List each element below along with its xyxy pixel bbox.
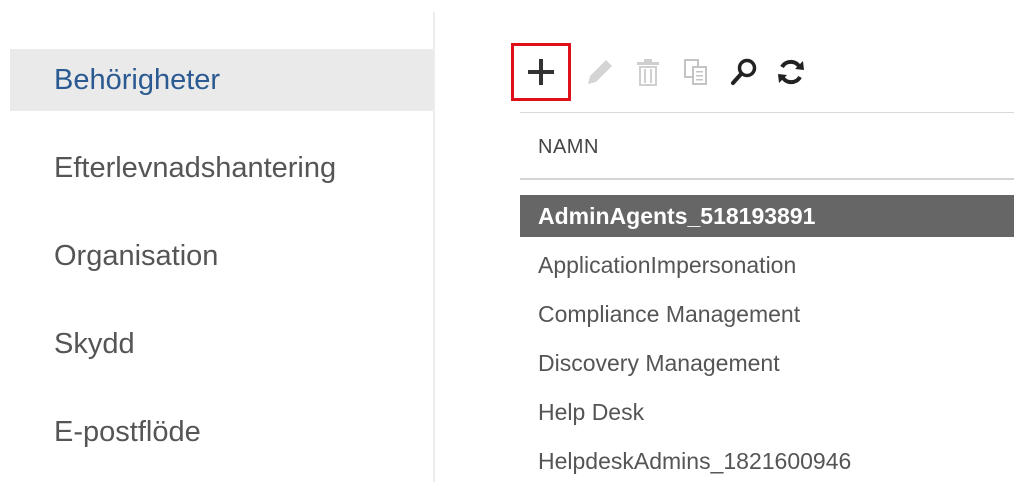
left-navigation: Behörigheter Efterlevnadshantering Organ… [0,0,433,482]
trash-icon [637,59,659,86]
nav-item-efterlevnadshantering[interactable]: Efterlevnadshantering [10,137,433,199]
copy-icon [684,59,707,85]
row-name: Discovery Management [538,350,780,376]
list-row[interactable]: HelpdeskAdmins_1821600946 [520,440,1014,482]
delete-button[interactable] [625,43,671,101]
plus-icon [528,59,554,85]
row-name: HelpdeskAdmins_1821600946 [538,448,852,474]
nav-item-label: E-postflöde [54,416,201,448]
edit-button[interactable] [577,43,623,101]
refresh-button[interactable] [768,43,814,101]
nav-divider [433,12,435,482]
row-name: Help Desk [538,399,645,425]
new-button[interactable] [511,43,571,101]
list-row[interactable]: Compliance Management [520,293,1014,335]
nav-item-label: Behörigheter [54,64,221,96]
list-row[interactable]: AdminAgents_518193891 [520,195,1014,237]
nav-item-skydd[interactable]: Skydd [10,313,433,375]
refresh-icon [778,59,804,85]
nav-item-label: Efterlevnadshantering [54,152,337,184]
divider [520,178,1014,180]
copy-button[interactable] [673,43,719,101]
nav-item-e-postflode[interactable]: E-postflöde [10,401,433,463]
nav-item-label: Skydd [54,328,135,360]
list-row[interactable]: Help Desk [520,391,1014,433]
column-header-name[interactable]: NAMN [520,113,1014,177]
app-window: Behörigheter Efterlevnadshantering Organ… [0,0,1014,482]
search-button[interactable] [721,43,767,101]
search-icon [731,58,757,85]
row-name: Compliance Management [538,301,801,327]
nav-item-behorigheter[interactable]: Behörigheter [10,49,433,111]
nav-item-organisation[interactable]: Organisation [10,225,433,287]
list-row[interactable]: ApplicationImpersonation [520,244,1014,286]
pencil-icon [588,60,612,84]
row-name: ApplicationImpersonation [538,252,797,278]
nav-item-label: Organisation [54,240,219,272]
list-row[interactable]: Discovery Management [520,342,1014,384]
row-name: AdminAgents_518193891 [538,203,816,229]
